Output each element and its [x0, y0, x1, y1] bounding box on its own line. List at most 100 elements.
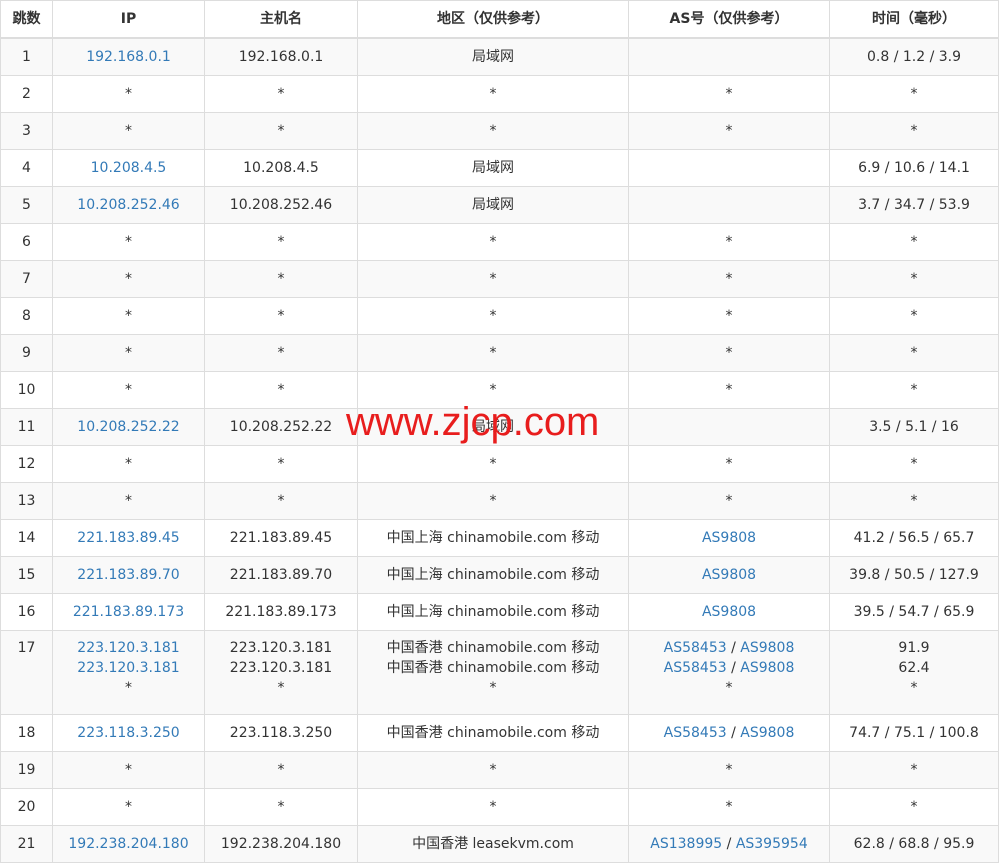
table-row: 1 192.168.0.1 192.168.0.1 局域网 0.8 / 1.2 / 3… [0, 37, 999, 76]
as-link[interactable]: AS395954 [736, 836, 808, 852]
ip-cell: * [52, 482, 205, 520]
region-cell: 局域网 [357, 408, 629, 446]
ip-link[interactable]: 223.120.3.181 [57, 658, 200, 678]
ip-cell: 10.208.252.22 [52, 408, 205, 446]
ip-link[interactable]: 10.208.4.5 [57, 158, 200, 178]
time-text: 6.9 / 10.6 / 14.1 [858, 160, 970, 176]
time-text: 39.5 / 54.7 / 65.9 [853, 604, 975, 620]
region-cell: 局域网 [357, 186, 629, 224]
time-text: * [910, 234, 918, 250]
hop-cell: 18 [0, 714, 53, 752]
region-text: * [489, 345, 497, 361]
table-row: 7 * * * * * [0, 260, 999, 298]
col-header-ip: IP [52, 0, 205, 39]
table-row: 14 221.183.89.45 221.183.89.45 中国上海 chinamo… [0, 519, 999, 557]
ip-link[interactable]: 192.238.204.180 [57, 834, 200, 854]
as-link[interactable]: AS58453 [664, 660, 727, 676]
region-text: 中国上海 chinamobile.com 移动 [386, 604, 600, 620]
ip-text: * [125, 680, 132, 696]
table-row: 13 * * * * * [0, 482, 999, 520]
as-link[interactable]: AS58453 [664, 725, 727, 741]
ip-link[interactable]: 10.208.252.22 [57, 417, 200, 437]
as-text: * [725, 234, 733, 250]
time-text: * [910, 799, 918, 815]
as-link[interactable]: AS58453 [664, 640, 727, 656]
ip-link[interactable]: 221.183.89.173 [57, 602, 200, 622]
as-link[interactable]: AS9808 [740, 725, 794, 741]
as-line: * [633, 454, 825, 474]
time-cell: 3.7 / 34.7 / 53.9 [829, 186, 999, 224]
hostname-cell: 221.183.89.70 [204, 556, 358, 594]
region-cell: * [357, 260, 629, 298]
table-row: 11 10.208.252.22 10.208.252.22 局域网 3.5 / 5.… [0, 408, 999, 446]
ip-link[interactable]: 192.168.0.1 [57, 47, 200, 67]
as-line: * [633, 343, 825, 363]
table-row: 4 10.208.4.5 10.208.4.5 局域网 6.9 / 10.6 / 14… [0, 149, 999, 187]
table-row: 21 192.238.204.180 192.238.204.180 中国香港 lea… [0, 825, 999, 863]
hostname-cell: * [204, 223, 358, 261]
as-separator: / [722, 836, 736, 852]
region-cell: * [357, 75, 629, 113]
as-line: * [633, 797, 825, 817]
ip-text: * [125, 456, 132, 472]
time-text: 39.8 / 50.5 / 127.9 [849, 567, 979, 583]
as-link[interactable]: AS9808 [740, 640, 794, 656]
as-text: * [725, 308, 733, 324]
ip-cell: 10.208.4.5 [52, 149, 205, 187]
as-separator: / [726, 640, 741, 656]
hop-cell: 6 [0, 223, 53, 261]
as-link[interactable]: AS9808 [702, 567, 756, 583]
hostname-cell: * [204, 112, 358, 150]
hostname-cell: 192.168.0.1 [204, 37, 358, 76]
ip-cell: 192.238.204.180 [52, 825, 205, 863]
ip-cell: 221.183.89.45 [52, 519, 205, 557]
time-text: * [910, 456, 918, 472]
ip-cell: * [52, 112, 205, 150]
hostname-text: 192.238.204.180 [220, 836, 342, 852]
ip-link[interactable]: 10.208.252.46 [57, 195, 200, 215]
region-text: * [489, 123, 497, 139]
as-link[interactable]: AS138995 [650, 836, 722, 852]
ip-text: * [125, 382, 132, 398]
as-cell [628, 186, 830, 224]
as-line: * [633, 269, 825, 289]
hostname-text: * [277, 382, 285, 398]
as-line [633, 47, 825, 67]
hostname-text: 10.208.4.5 [243, 160, 319, 176]
ip-cell: 221.183.89.70 [52, 556, 205, 594]
col-header-as: AS号（仅供参考） [628, 0, 830, 39]
as-line: * [633, 232, 825, 252]
ip-link[interactable]: 223.120.3.181 [57, 638, 200, 658]
as-cell: AS58453 / AS9808 AS58453 / AS9808 * [628, 630, 830, 715]
hostname-cell: * [204, 260, 358, 298]
table-row: 18 223.118.3.250 223.118.3.250 中国香港 chinamo… [0, 714, 999, 752]
hostname-cell: 192.238.204.180 [204, 825, 358, 863]
as-line [633, 195, 825, 215]
region-text: * [489, 382, 497, 398]
hostname-text: * [277, 345, 285, 361]
as-line: AS58453 / AS9808 [633, 658, 825, 678]
as-link[interactable]: AS9808 [702, 530, 756, 546]
as-text: * [725, 456, 733, 472]
hostname-cell: 221.183.89.173 [204, 593, 358, 631]
as-line: * [633, 306, 825, 326]
ip-text: * [125, 345, 132, 361]
region-cell: * [357, 223, 629, 261]
ip-text: * [125, 762, 132, 778]
region-text: 中国香港 chinamobile.com 移动 [386, 725, 600, 741]
ip-link[interactable]: 221.183.89.70 [57, 565, 200, 585]
region-cell: * [357, 334, 629, 372]
table-row: 15 221.183.89.70 221.183.89.70 中国上海 chinamo… [0, 556, 999, 594]
as-link[interactable]: AS9808 [702, 604, 756, 620]
as-cell: AS9808 [628, 556, 830, 594]
as-text: * [725, 345, 733, 361]
as-link[interactable]: AS9808 [740, 660, 794, 676]
hostname-text: 223.118.3.250 [229, 725, 333, 741]
region-cell: * [357, 751, 629, 789]
time-text: 3.5 / 5.1 / 16 [869, 419, 959, 435]
as-line: AS138995 / AS395954 [633, 834, 825, 854]
ip-link[interactable]: 223.118.3.250 [57, 723, 200, 743]
time-cell: * [829, 751, 999, 789]
time-text: * [910, 493, 918, 509]
ip-link[interactable]: 221.183.89.45 [57, 528, 200, 548]
